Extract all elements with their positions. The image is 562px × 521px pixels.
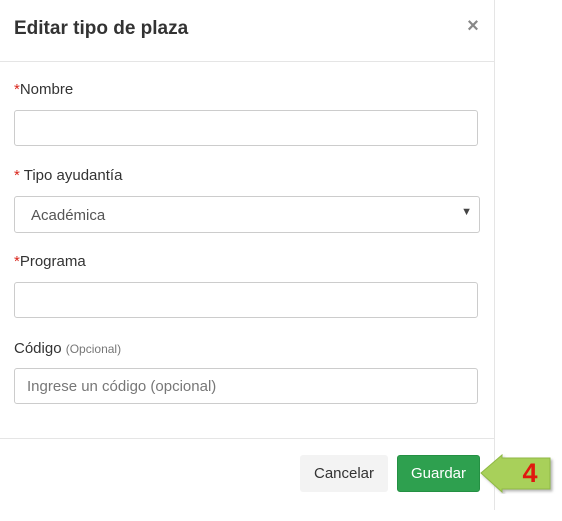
step-number-badge: 4	[522, 458, 538, 488]
codigo-optional-hint: (Opcional)	[65, 342, 122, 356]
nombre-input[interactable]	[14, 110, 478, 146]
cancel-button[interactable]: Cancelar	[300, 455, 388, 492]
tipo-ayudantia-select[interactable]: Académica ▼	[14, 196, 480, 233]
save-button[interactable]: Guardar	[397, 455, 480, 492]
programa-label-text: Programa	[19, 253, 86, 270]
codigo-input[interactable]	[14, 368, 478, 404]
tipo-ayudantia-label-text: Tipo ayudantía	[19, 167, 123, 184]
caret-down-icon: ▼	[461, 206, 472, 218]
programa-label: *Programa	[14, 253, 86, 270]
nombre-label-text: Nombre	[19, 81, 74, 98]
tipo-ayudantia-selected-value: Académica	[31, 207, 106, 224]
close-icon[interactable]: ×	[464, 15, 482, 37]
dialog-title: Editar tipo de plaza	[14, 18, 189, 39]
tipo-ayudantia-label: * Tipo ayudantía	[14, 167, 122, 184]
nombre-label: *Nombre	[14, 81, 73, 98]
codigo-label: Código (Opcional)	[14, 340, 121, 357]
edit-plaza-type-dialog: Editar tipo de plaza × *Nombre * Tipo ay…	[0, 0, 495, 510]
dialog-header: Editar tipo de plaza ×	[0, 0, 494, 62]
programa-input[interactable]	[14, 282, 478, 318]
codigo-label-text: Código	[14, 340, 62, 357]
